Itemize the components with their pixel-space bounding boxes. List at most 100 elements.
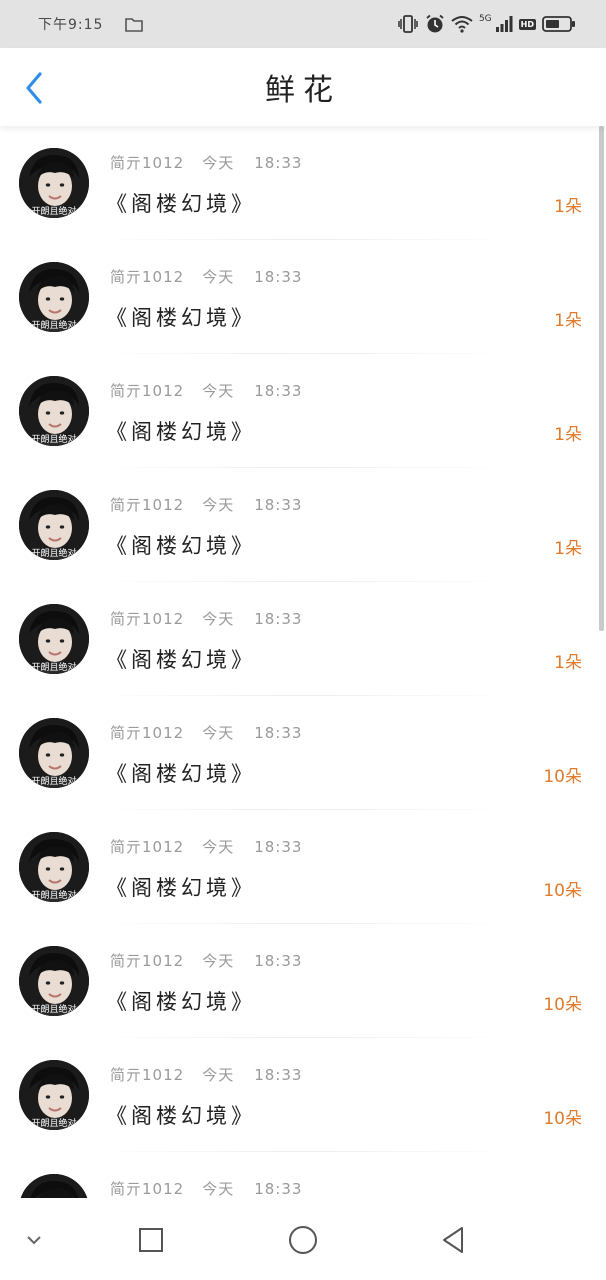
flower-count: 1朵: [554, 311, 582, 331]
avatar[interactable]: 开朗且绝对: [19, 1174, 89, 1198]
user-name: 简亓1012: [110, 838, 185, 856]
item-day: 今天: [202, 382, 235, 400]
list-item[interactable]: 开朗且绝对 简亓1012 今天 18:33 《阁楼幻境》 10朵: [0, 1038, 606, 1152]
user-name: 简亓1012: [110, 610, 185, 628]
item-time: 18:33: [254, 496, 303, 514]
avatar-image: 开朗且绝对: [19, 1060, 89, 1130]
list-item[interactable]: 开朗且绝对 简亓1012 今天 18:33 《阁楼幻境》 1朵: [0, 468, 606, 582]
avatar-image: 开朗且绝对: [19, 604, 89, 674]
item-meta: 简亓1012 今天 18:33: [110, 1064, 320, 1085]
list-item[interactable]: 开朗且绝对 简亓1012 今天 18:33 《阁楼幻境》 1朵: [0, 354, 606, 468]
folder-icon: [125, 17, 144, 32]
item-day: 今天: [202, 496, 235, 514]
item-day: 今天: [202, 154, 235, 172]
avatar-caption: 开朗且绝对: [31, 547, 76, 558]
flower-count: 10朵: [543, 767, 582, 787]
list-item[interactable]: 开朗且绝对 简亓1012 今天 18:33 《阁楼幻境》 10朵: [0, 696, 606, 810]
book-title: 《阁楼幻境》: [106, 876, 256, 900]
item-day: 今天: [202, 838, 235, 856]
avatar-caption: 开朗且绝对: [31, 661, 76, 672]
chevron-left-icon: [26, 72, 42, 104]
user-name: 简亓1012: [110, 1180, 185, 1198]
page-title: 鲜花: [265, 73, 341, 108]
list-item[interactable]: 开朗且绝对 简亓1012 今天 18:33 《阁楼幻境》 1朵: [0, 240, 606, 354]
book-title: 《阁楼幻境》: [106, 306, 256, 330]
navigation-bar: [0, 1198, 606, 1280]
home-circle-icon: [289, 1226, 317, 1254]
user-name: 简亓1012: [110, 952, 185, 970]
back-triangle-icon: [443, 1227, 463, 1253]
list-item[interactable]: 开朗且绝对 简亓1012 今天 18:33 《阁楼幻境》 10朵: [0, 924, 606, 1038]
scrollbar[interactable]: [599, 126, 604, 631]
vibrate-icon: [398, 15, 418, 33]
item-meta: 简亓1012 今天 18:33: [110, 152, 320, 173]
avatar-image: 开朗且绝对: [19, 376, 89, 446]
back-button[interactable]: [14, 68, 54, 108]
flower-count: 1朵: [554, 197, 582, 217]
avatar[interactable]: 开朗且绝对: [19, 832, 89, 902]
avatar-image: 开朗且绝对: [19, 718, 89, 788]
avatar-caption: 开朗且绝对: [31, 433, 76, 444]
status-time: 下午9:15: [38, 17, 104, 33]
back-nav-button[interactable]: [433, 1220, 473, 1260]
item-day: 今天: [202, 268, 235, 286]
user-name: 简亓1012: [110, 154, 185, 172]
item-meta: 简亓1012 今天 18:33: [110, 1178, 320, 1198]
item-meta: 简亓1012 今天 18:33: [110, 494, 320, 515]
item-day: 今天: [202, 952, 235, 970]
avatar[interactable]: 开朗且绝对: [19, 604, 89, 674]
avatar[interactable]: 开朗且绝对: [19, 946, 89, 1016]
battery-icon: [542, 16, 575, 32]
item-meta: 简亓1012 今天 18:33: [110, 608, 320, 629]
avatar-caption: 开朗且绝对: [31, 205, 76, 216]
user-name: 简亓1012: [110, 724, 185, 742]
chevron-down-icon: [27, 1236, 41, 1245]
avatar[interactable]: 开朗且绝对: [19, 718, 89, 788]
item-time: 18:33: [254, 838, 303, 856]
item-meta: 简亓1012 今天 18:33: [110, 722, 320, 743]
avatar-image: 开朗且绝对: [19, 946, 89, 1016]
list-item[interactable]: 开朗且绝对 简亓1012 今天 18:33: [0, 1152, 606, 1198]
user-name: 简亓1012: [110, 1066, 185, 1084]
flower-count: 1朵: [554, 653, 582, 673]
avatar-image: 开朗且绝对: [19, 262, 89, 332]
list-item[interactable]: 开朗且绝对 简亓1012 今天 18:33 《阁楼幻境》 1朵: [0, 582, 606, 696]
status-icons: 5G HD: [397, 14, 576, 34]
book-title: 《阁楼幻境》: [106, 1104, 256, 1128]
list-item[interactable]: 开朗且绝对 简亓1012 今天 18:33 《阁楼幻境》 1朵: [0, 126, 606, 240]
collapse-button[interactable]: [14, 1220, 54, 1260]
flower-record-list[interactable]: 开朗且绝对 简亓1012 今天 18:33 《阁楼幻境》 1朵 开朗且绝对 简亓10…: [0, 126, 606, 1198]
avatar[interactable]: 开朗且绝对: [19, 376, 89, 446]
avatar-caption: 开朗且绝对: [31, 319, 76, 330]
avatar[interactable]: 开朗且绝对: [19, 1060, 89, 1130]
wifi-icon: [451, 16, 473, 33]
flower-count: 1朵: [554, 539, 582, 559]
item-meta: 简亓1012 今天 18:33: [110, 950, 320, 971]
avatar[interactable]: 开朗且绝对: [19, 148, 89, 218]
home-button[interactable]: [283, 1220, 323, 1260]
avatar[interactable]: 开朗且绝对: [19, 262, 89, 332]
avatar[interactable]: 开朗且绝对: [19, 490, 89, 560]
avatar-image: 开朗且绝对: [19, 832, 89, 902]
item-meta: 简亓1012 今天 18:33: [110, 266, 320, 287]
avatar-caption: 开朗且绝对: [31, 1117, 76, 1128]
user-name: 简亓1012: [110, 382, 185, 400]
item-time: 18:33: [254, 382, 303, 400]
book-title: 《阁楼幻境》: [106, 990, 256, 1014]
item-day: 今天: [202, 1066, 235, 1084]
status-bar: 下午9:15 5G HD: [0, 0, 606, 48]
item-time: 18:33: [254, 1180, 303, 1198]
item-meta: 简亓1012 今天 18:33: [110, 836, 320, 857]
header: 鲜花: [0, 48, 606, 126]
user-name: 简亓1012: [110, 496, 185, 514]
item-day: 今天: [202, 724, 235, 742]
item-time: 18:33: [254, 952, 303, 970]
list-item[interactable]: 开朗且绝对 简亓1012 今天 18:33 《阁楼幻境》 10朵: [0, 810, 606, 924]
item-meta: 简亓1012 今天 18:33: [110, 380, 320, 401]
book-title: 《阁楼幻境》: [106, 648, 256, 672]
recents-button[interactable]: [131, 1220, 171, 1260]
item-time: 18:33: [254, 610, 303, 628]
book-title: 《阁楼幻境》: [106, 762, 256, 786]
flower-count: 10朵: [543, 995, 582, 1015]
flower-count: 10朵: [543, 1109, 582, 1129]
